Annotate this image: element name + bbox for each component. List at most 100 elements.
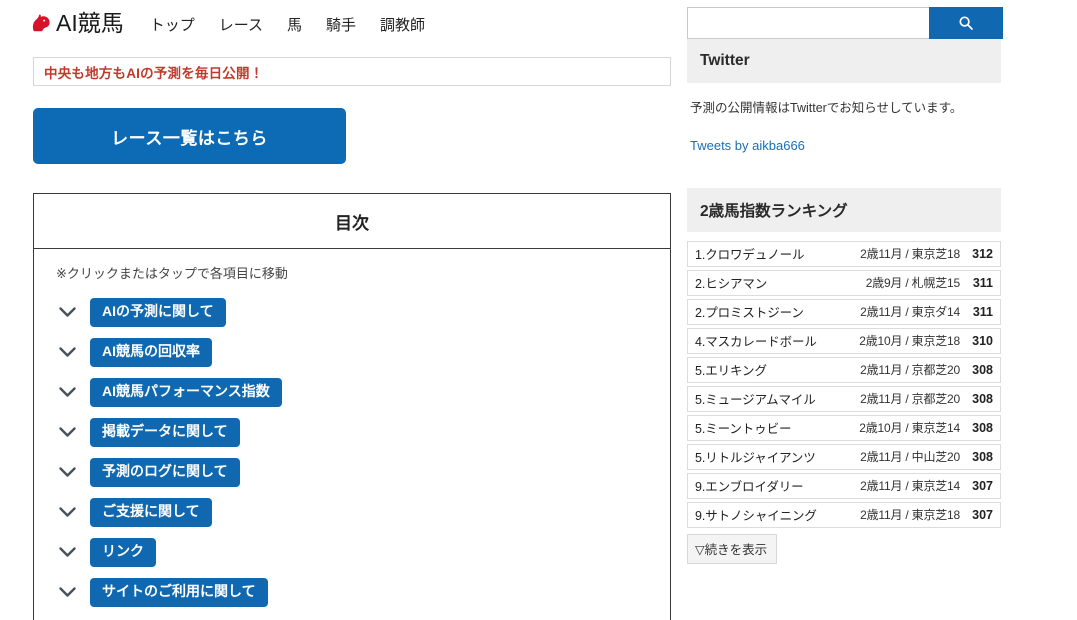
chevron-down-icon[interactable] bbox=[56, 302, 78, 324]
toc-list: AIの予測に関して AI競馬の回収率 AI競馬パフォーマンス指数 掲載データに関… bbox=[56, 295, 670, 610]
horse-meta: 2歳11月 / 京都芝20 bbox=[860, 392, 960, 407]
ranking-list: 1.クロワデュノール 2歳11月 / 東京芝18 312 2.ヒシアマン 2歳9… bbox=[687, 240, 1001, 528]
table-row: 5.ミュージアムマイル 2歳11月 / 京都芝20 308 bbox=[687, 385, 1001, 412]
horse-name: 5.ミュージアムマイル bbox=[695, 393, 816, 408]
list-item: ご支援に関して bbox=[56, 495, 670, 530]
show-more-button[interactable]: ▽続きを表示 bbox=[687, 533, 778, 564]
nav-item-horse[interactable]: 馬 bbox=[287, 14, 302, 35]
horse-score: 308 bbox=[972, 362, 993, 377]
horse-name: 4.マスカレードボール bbox=[695, 335, 817, 350]
race-list-button[interactable]: レース一覧はこちら bbox=[33, 108, 346, 164]
list-item: AI競馬パフォーマンス指数 bbox=[56, 375, 670, 410]
ranking-row-link[interactable]: 9.サトノシャイニング 2歳11月 / 東京芝18 307 bbox=[687, 501, 1001, 528]
horse-score: 311 bbox=[972, 304, 993, 319]
ranking-row-link[interactable]: 1.クロワデュノール 2歳11月 / 東京芝18 312 bbox=[687, 240, 1001, 267]
ranking-panel-header: 2歳馬指数ランキング bbox=[687, 187, 1001, 232]
table-row: 2.ヒシアマン 2歳9月 / 札幌芝15 311 bbox=[687, 269, 1001, 296]
horse-meta: 2歳11月 / 東京ダ14 bbox=[860, 305, 960, 320]
ranking-row-right: 2歳10月 / 東京芝18 310 bbox=[859, 332, 993, 349]
list-item: AIの予測に関して bbox=[56, 295, 670, 330]
page-root: AI競馬 トップ レース 馬 騎手 調教師 中央も地方もAIの予測を毎日公開！ … bbox=[0, 0, 1077, 620]
chevron-down-icon[interactable] bbox=[56, 462, 78, 484]
nav-item-jockey[interactable]: 騎手 bbox=[326, 14, 356, 35]
search-button[interactable] bbox=[929, 7, 1003, 39]
toc-link-published-data[interactable]: 掲載データに関して bbox=[90, 418, 240, 447]
list-item: サイトのご利用に関して bbox=[56, 575, 670, 610]
chevron-down-icon[interactable] bbox=[56, 382, 78, 404]
twitter-panel-title: Twitter bbox=[700, 52, 750, 69]
horse-name: 9.エンブロイダリー bbox=[695, 480, 804, 495]
toc-body: ※クリックまたはタップで各項目に移動 AIの予測に関して AI競馬の回収率 AI… bbox=[34, 249, 670, 620]
horse-score: 311 bbox=[972, 275, 993, 290]
horse-score: 308 bbox=[972, 449, 993, 464]
ranking-row-link[interactable]: 2.ヒシアマン 2歳9月 / 札幌芝15 311 bbox=[687, 269, 1001, 296]
nav-item-trainer[interactable]: 調教師 bbox=[380, 14, 425, 35]
ranking-row-right: 2歳10月 / 東京芝14 308 bbox=[859, 419, 993, 436]
horse-name: 5.ミーントゥビー bbox=[695, 422, 792, 437]
horse-name: 9.サトノシャイニング bbox=[695, 509, 817, 524]
brand-name: AI競馬 bbox=[56, 9, 124, 36]
chevron-down-icon[interactable] bbox=[56, 542, 78, 564]
horse-score: 310 bbox=[972, 333, 993, 348]
twitter-timeline-link[interactable]: Tweets by aikba666 bbox=[690, 138, 805, 153]
horse-meta: 2歳10月 / 東京芝18 bbox=[859, 334, 960, 349]
horse-name: 2.ヒシアマン bbox=[695, 277, 768, 292]
table-row: 5.エリキング 2歳11月 / 京都芝20 308 bbox=[687, 356, 1001, 383]
brand-logo-link[interactable]: AI競馬 bbox=[28, 10, 124, 36]
list-item: AI競馬の回収率 bbox=[56, 335, 670, 370]
toc-link-recovery-rate[interactable]: AI競馬の回収率 bbox=[90, 338, 212, 367]
ranking-row-link[interactable]: 5.リトルジャイアンツ 2歳11月 / 中山芝20 308 bbox=[687, 443, 1001, 470]
chevron-down-icon[interactable] bbox=[56, 582, 78, 604]
nav-item-top[interactable]: トップ bbox=[150, 14, 195, 35]
table-of-contents: 目次 ※クリックまたはタップで各項目に移動 AIの予測に関して AI競馬の回収率… bbox=[33, 193, 671, 620]
toc-link-ai-prediction[interactable]: AIの予測に関して bbox=[90, 298, 226, 327]
horse-score: 312 bbox=[972, 246, 993, 261]
table-row: 5.リトルジャイアンツ 2歳11月 / 中山芝20 308 bbox=[687, 443, 1001, 470]
twitter-panel-body: 予測の公開情報はTwitterでお知らせしています。 Tweets by aik… bbox=[687, 99, 1001, 155]
horse-name: 2.プロミストジーン bbox=[695, 306, 804, 321]
ranking-row-link[interactable]: 5.ミーントゥビー 2歳10月 / 東京芝14 308 bbox=[687, 414, 1001, 441]
horse-meta: 2歳11月 / 中山芝20 bbox=[860, 450, 960, 465]
chevron-down-icon[interactable] bbox=[56, 342, 78, 364]
toc-link-prediction-log[interactable]: 予測のログに関して bbox=[90, 458, 240, 487]
chevron-down-icon[interactable] bbox=[56, 422, 78, 444]
twitter-description: 予測の公開情報はTwitterでお知らせしています。 bbox=[690, 101, 963, 115]
table-row: 4.マスカレードボール 2歳10月 / 東京芝18 310 bbox=[687, 327, 1001, 354]
table-row: 9.エンブロイダリー 2歳11月 / 東京芝14 307 bbox=[687, 472, 1001, 499]
toc-link-site-usage[interactable]: サイトのご利用に関して bbox=[90, 578, 268, 607]
ranking-row-right: 2歳11月 / 東京芝18 312 bbox=[860, 245, 993, 262]
ranking-row-right: 2歳11月 / 東京ダ14 311 bbox=[860, 303, 993, 320]
twitter-panel-header: Twitter bbox=[687, 39, 1001, 83]
notice-banner: 中央も地方もAIの予測を毎日公開！ bbox=[33, 57, 671, 86]
horse-meta: 2歳9月 / 札幌芝15 bbox=[865, 276, 961, 291]
table-row: 9.サトノシャイニング 2歳11月 / 東京芝18 307 bbox=[687, 501, 1001, 528]
twitter-panel: Twitter 予測の公開情報はTwitterでお知らせしています。 Tweet… bbox=[687, 39, 1001, 155]
search-form bbox=[687, 7, 1003, 39]
list-item: 予測のログに関して bbox=[56, 455, 670, 490]
toc-link-links[interactable]: リンク bbox=[90, 538, 156, 567]
horse-score: 307 bbox=[972, 507, 993, 522]
ranking-row-link[interactable]: 5.ミュージアムマイル 2歳11月 / 京都芝20 308 bbox=[687, 385, 1001, 412]
cta-container: レース一覧はこちら bbox=[33, 108, 684, 164]
ranking-panel: 2歳馬指数ランキング 1.クロワデュノール 2歳11月 / 東京芝18 312 … bbox=[687, 187, 1001, 564]
toc-link-performance-index[interactable]: AI競馬パフォーマンス指数 bbox=[90, 378, 282, 407]
ranking-row-link[interactable]: 5.エリキング 2歳11月 / 京都芝20 308 bbox=[687, 356, 1001, 383]
search-input[interactable] bbox=[687, 7, 929, 39]
list-item: リンク bbox=[56, 535, 670, 570]
ranking-row-link[interactable]: 9.エンブロイダリー 2歳11月 / 東京芝14 307 bbox=[687, 472, 1001, 499]
site-header: AI競馬 トップ レース 馬 騎手 調教師 bbox=[0, 0, 684, 46]
main-content-column: AI競馬 トップ レース 馬 騎手 調教師 中央も地方もAIの予測を毎日公開！ … bbox=[0, 0, 684, 620]
sidebar-column: Twitter 予測の公開情報はTwitterでお知らせしています。 Tweet… bbox=[684, 0, 1077, 564]
horse-meta: 2歳11月 / 京都芝20 bbox=[860, 363, 960, 378]
list-item: 掲載データに関して bbox=[56, 415, 670, 450]
toc-link-support[interactable]: ご支援に関して bbox=[90, 498, 212, 527]
nav-item-race[interactable]: レース bbox=[219, 14, 263, 35]
toc-title: 目次 bbox=[335, 213, 369, 233]
horse-score: 308 bbox=[972, 391, 993, 406]
horse-name: 1.クロワデュノール bbox=[695, 248, 805, 263]
table-row: 2.プロミストジーン 2歳11月 / 東京ダ14 311 bbox=[687, 298, 1001, 325]
ranking-row-link[interactable]: 2.プロミストジーン 2歳11月 / 東京ダ14 311 bbox=[687, 298, 1001, 325]
chevron-down-icon[interactable] bbox=[56, 502, 78, 524]
ranking-panel-title: 2歳馬指数ランキング bbox=[700, 202, 848, 220]
ranking-row-link[interactable]: 4.マスカレードボール 2歳10月 / 東京芝18 310 bbox=[687, 327, 1001, 354]
